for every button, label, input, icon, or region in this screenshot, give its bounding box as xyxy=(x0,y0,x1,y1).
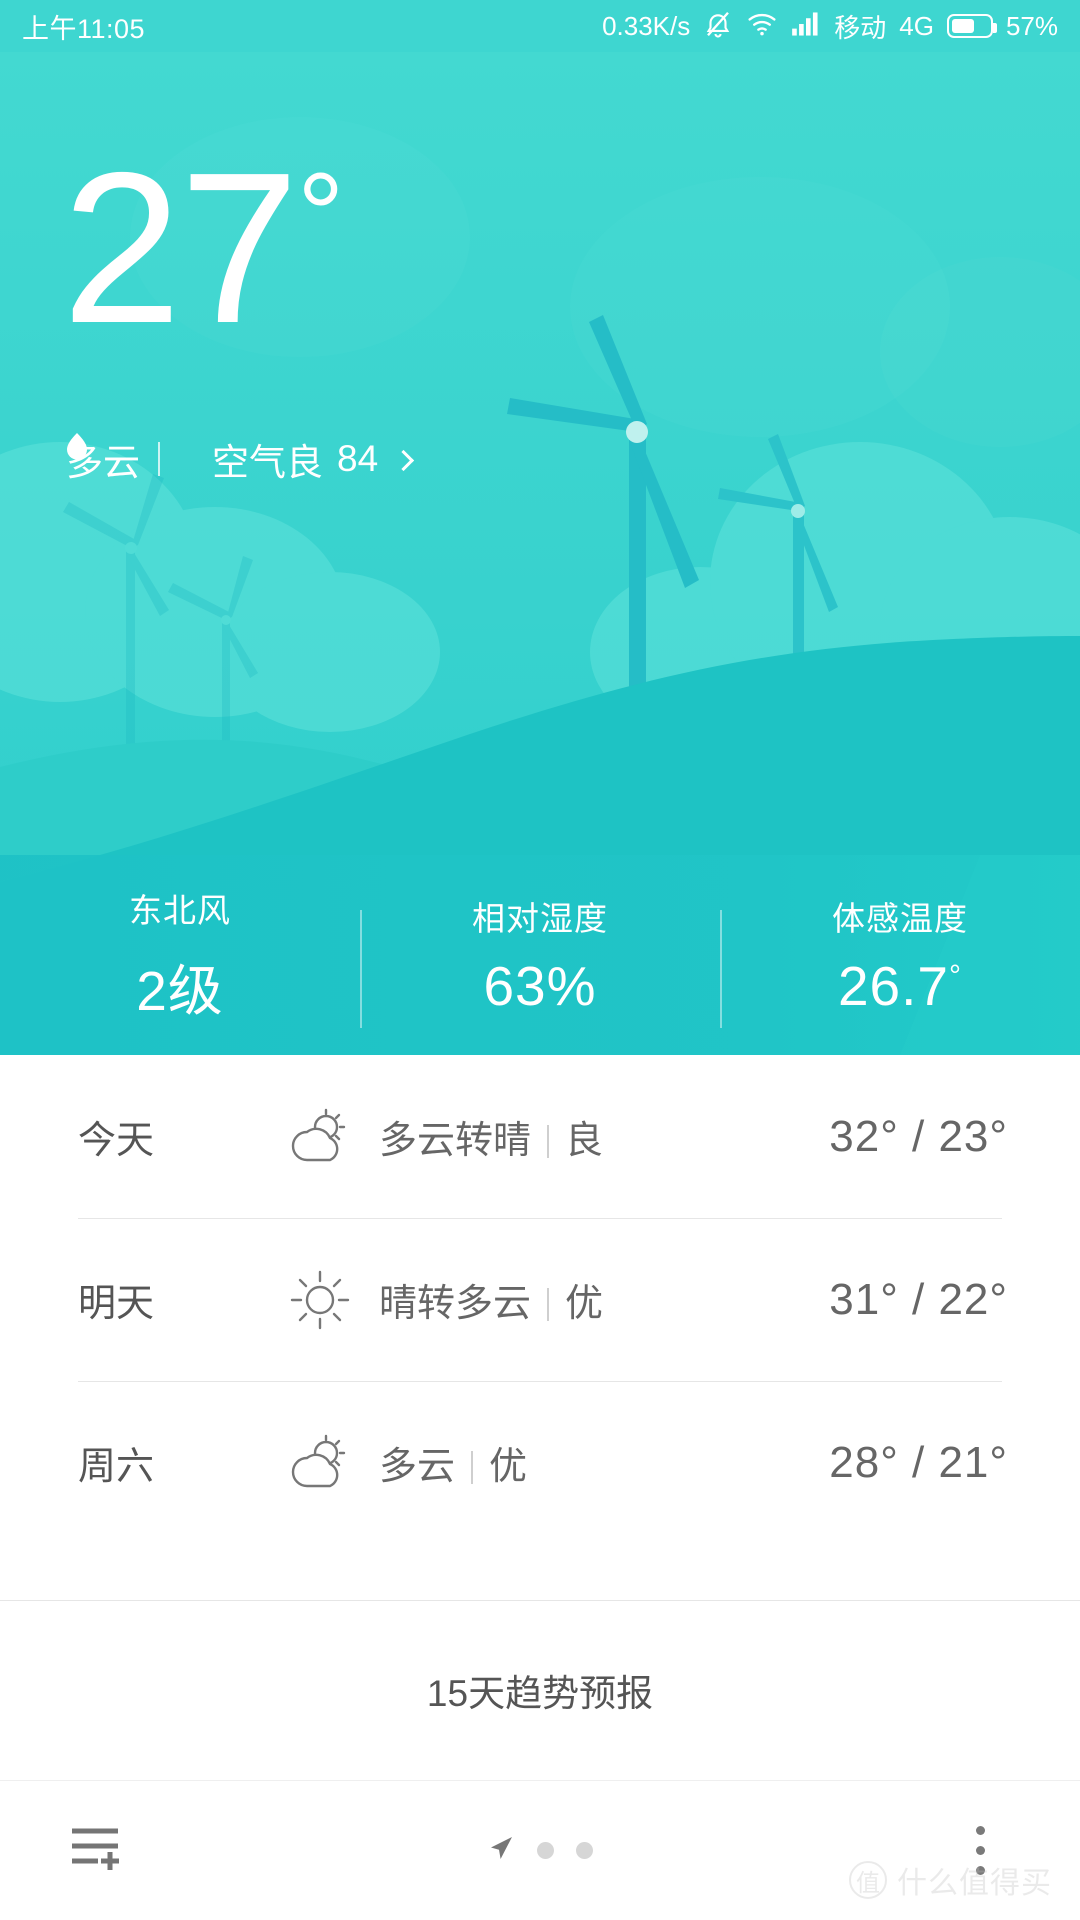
current-temperature: 27° xyxy=(62,140,344,355)
sun-icon xyxy=(283,1270,357,1330)
forecast-divider xyxy=(471,1451,474,1484)
metrics-row: 东北风 2级 相对湿度 63% 体感温度 26.7° xyxy=(0,855,1080,1055)
watermark-text: 什么值得买 xyxy=(897,1867,1052,1900)
metric-label: 东北风 xyxy=(129,892,231,929)
metric-value: 2级 xyxy=(0,946,360,1026)
forecast-divider xyxy=(547,1288,550,1321)
add-city-button[interactable] xyxy=(0,1822,200,1879)
watermark: 值 什么值得买 xyxy=(849,1858,1052,1902)
bell-muted-icon xyxy=(703,9,733,44)
partly-cloudy-icon xyxy=(283,1107,357,1167)
battery-icon xyxy=(946,14,997,38)
metric-feels-like: 体感温度 26.7° xyxy=(720,892,1080,1028)
forecast-description: 多云 xyxy=(379,1446,456,1488)
forecast-list: 今天 多云转晴 良 32° / 23° 明天 晴转多云 优 31° / 22° … xyxy=(0,1055,1080,1544)
forecast-aqi: 优 xyxy=(489,1446,528,1488)
page-dot[interactable] xyxy=(537,1842,554,1859)
condition-separator xyxy=(158,442,160,476)
carrier-label: 移动 xyxy=(834,12,887,43)
chevron-right-icon[interactable] xyxy=(393,449,415,471)
forecast-aqi: 良 xyxy=(565,1120,604,1162)
forecast-temp-range: 28° / 21° xyxy=(829,1437,1008,1487)
forecast-row-tomorrow[interactable]: 明天 晴转多云 优 31° / 22° xyxy=(0,1218,1080,1381)
page-indicator-group[interactable] xyxy=(200,1834,880,1867)
aqi-label: 空气良 xyxy=(212,442,323,483)
forecast-condition-group: 多云转晴 良 xyxy=(283,1107,829,1167)
forecast-divider xyxy=(547,1125,550,1158)
forecast-row-saturday[interactable]: 周六 多云 优 28° / 21° xyxy=(0,1381,1080,1544)
battery-percent-label: 57% xyxy=(1005,10,1058,41)
status-bar: 上午11:05 0.33K/s 移动 4G 57% xyxy=(0,0,1080,52)
metric-value: 26.7° xyxy=(720,954,1080,1018)
metric-value-text: 2级 xyxy=(136,960,224,1022)
forecast-temp-range: 32° / 23° xyxy=(829,1111,1008,1161)
signal-bars-icon xyxy=(791,11,821,42)
forecast-day: 周六 xyxy=(78,1446,155,1488)
network-type-label: 4G xyxy=(899,10,934,41)
wifi-icon xyxy=(746,11,778,42)
metric-wind: 东北风 2级 xyxy=(0,884,360,1026)
aqi-value: 84 xyxy=(337,438,379,479)
forecast-row-today[interactable]: 今天 多云转晴 良 32° / 23° xyxy=(0,1055,1080,1218)
degree-symbol: ° xyxy=(297,149,344,281)
forecast-condition-group: 多云 优 xyxy=(283,1433,829,1493)
metric-value-text: 63% xyxy=(483,955,597,1017)
metric-value-text: 26.7 xyxy=(837,955,950,1017)
partly-cloudy-icon xyxy=(283,1433,357,1493)
forecast-description: 多云转晴 xyxy=(379,1120,532,1162)
metric-value-sup: ° xyxy=(949,959,963,993)
forecast-description: 晴转多云 xyxy=(379,1283,532,1325)
network-speed-label: 0.33K/s xyxy=(602,10,691,41)
hero-weather-panel[interactable]: 27° 多云 空气良 84 东北风 2级 相对湿度 63% 体感温度 26.7° xyxy=(0,52,1080,1055)
status-time: 上午11:05 xyxy=(22,13,146,44)
trend-forecast-button[interactable]: 15天趋势预报 xyxy=(0,1600,1080,1780)
watermark-logo: 值 xyxy=(849,1861,887,1899)
forecast-temp-range: 31° / 22° xyxy=(829,1274,1008,1324)
current-condition-row[interactable]: 多云 空气良 84 xyxy=(66,432,415,486)
location-arrow-icon[interactable] xyxy=(487,1834,515,1867)
status-icons-group: 0.33K/s 移动 4G 57% xyxy=(602,8,1058,45)
temperature-value: 27 xyxy=(62,127,299,368)
page-dot[interactable] xyxy=(576,1842,593,1859)
add-city-list-icon xyxy=(68,1822,132,1879)
leaf-icon xyxy=(67,433,200,473)
forecast-day: 明天 xyxy=(78,1283,155,1325)
forecast-day: 今天 xyxy=(78,1120,155,1162)
metric-label: 体感温度 xyxy=(832,900,968,937)
metric-humidity: 相对湿度 63% xyxy=(360,892,720,1028)
forecast-condition-group: 晴转多云 优 xyxy=(283,1270,829,1330)
forecast-aqi: 优 xyxy=(565,1283,604,1325)
metric-value: 63% xyxy=(360,954,720,1018)
metric-label: 相对湿度 xyxy=(472,900,608,937)
